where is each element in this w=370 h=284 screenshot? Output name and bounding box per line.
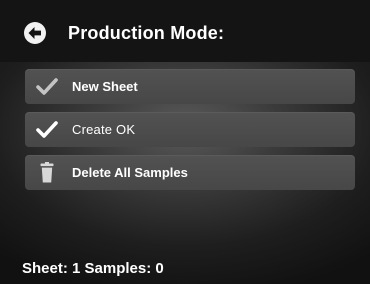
delete-all-samples-label: Delete All Samples bbox=[72, 165, 188, 180]
arrow-left-circle-icon[interactable] bbox=[24, 22, 46, 44]
trash-icon bbox=[40, 162, 54, 183]
status-text: Sheet: 1 Samples: 0 bbox=[22, 260, 164, 277]
delete-all-samples-button[interactable]: Delete All Samples bbox=[25, 155, 355, 190]
checkmark-icon bbox=[36, 121, 58, 138]
checkmark-icon bbox=[36, 78, 58, 95]
production-mode-screen: Production Mode: New Sheet Create OK Del… bbox=[0, 0, 370, 284]
header-bar: Production Mode: bbox=[0, 0, 370, 62]
create-ok-label: Create OK bbox=[72, 122, 136, 137]
new-sheet-label: New Sheet bbox=[72, 79, 138, 94]
page-title: Production Mode: bbox=[68, 23, 225, 43]
create-ok-button[interactable]: Create OK bbox=[25, 112, 355, 147]
new-sheet-button[interactable]: New Sheet bbox=[25, 69, 355, 104]
